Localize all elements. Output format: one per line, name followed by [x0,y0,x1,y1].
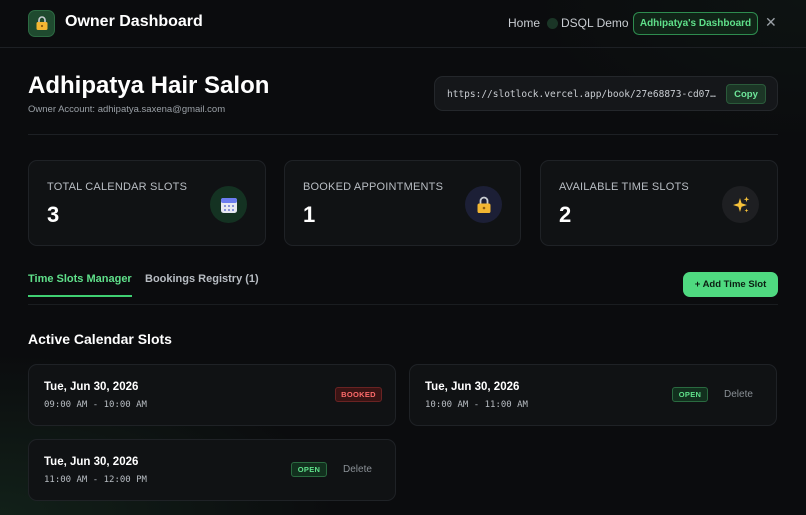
app-title: Owner Dashboard [65,13,203,30]
slot-date: Tue, Jun 30, 2026 [44,456,139,468]
slot-card: Tue, Jun 30, 2026 11:00 AM - 12:00 PM OP… [28,439,396,501]
lock-icon [36,16,47,30]
copy-button[interactable]: Copy [726,84,766,104]
slot-card: Tue, Jun 30, 2026 09:00 AM - 10:00 AM BO… [28,364,396,426]
slot-date: Tue, Jun 30, 2026 [425,381,520,393]
active-tab-indicator [28,295,132,297]
delete-button[interactable]: Delete [724,389,753,400]
slot-time: 09:00 AM - 10:00 AM [44,400,147,410]
stat-value: 2 [559,202,572,227]
stat-card-booked: BOOKED APPOINTMENTS 1 [284,160,521,246]
stat-value: 1 [303,202,316,227]
booking-url-text[interactable]: https://slotlock.vercel.app/book/27e6887… [447,89,719,100]
status-badge: OPEN [672,387,708,402]
tab-bookings-registry[interactable]: Bookings Registry (1) [145,273,259,285]
divider [28,304,778,305]
nav-dashboard-button[interactable]: Adhipatya's Dashboard [633,12,758,35]
stat-card-available: AVAILABLE TIME SLOTS 2 [540,160,778,246]
status-badge: OPEN [291,462,327,477]
nav-dsql-label: DSQL Demo [561,16,629,30]
lock-icon [465,186,502,223]
stat-label: AVAILABLE TIME SLOTS [559,181,689,193]
sparkles-icon [722,186,759,223]
section-title: Active Calendar Slots [28,331,172,347]
stat-label: BOOKED APPOINTMENTS [303,181,444,193]
booking-url-box: https://slotlock.vercel.app/book/27e6887… [434,76,778,111]
nav-home-link[interactable]: Home [508,16,540,30]
divider [28,134,778,135]
stat-label: TOTAL CALENDAR SLOTS [47,181,188,193]
close-icon[interactable]: ✕ [765,14,777,31]
delete-button[interactable]: Delete [343,464,372,475]
add-time-slot-button[interactable]: + Add Time Slot [683,272,778,297]
slot-date: Tue, Jun 30, 2026 [44,381,139,393]
tab-time-slots-manager[interactable]: Time Slots Manager [28,273,132,285]
page-title: Adhipatya Hair Salon [28,72,270,99]
status-badge: BOOKED [335,387,382,402]
calendar-icon [210,186,247,223]
stat-value: 3 [47,202,60,227]
top-nav: Owner Dashboard Home DSQL Demo Adhipatya… [0,0,806,48]
nav-dsql-link[interactable]: DSQL Demo [547,16,629,30]
slot-time: 10:00 AM - 11:00 AM [425,400,528,410]
app-logo[interactable] [28,10,55,37]
slot-card: Tue, Jun 30, 2026 10:00 AM - 11:00 AM OP… [409,364,777,426]
owner-account-text: Owner Account: adhipatya.saxena@gmail.co… [28,104,226,115]
dsql-dot-icon [547,17,558,29]
slot-time: 11:00 AM - 12:00 PM [44,475,147,485]
stat-card-total-slots: TOTAL CALENDAR SLOTS 3 [28,160,266,246]
